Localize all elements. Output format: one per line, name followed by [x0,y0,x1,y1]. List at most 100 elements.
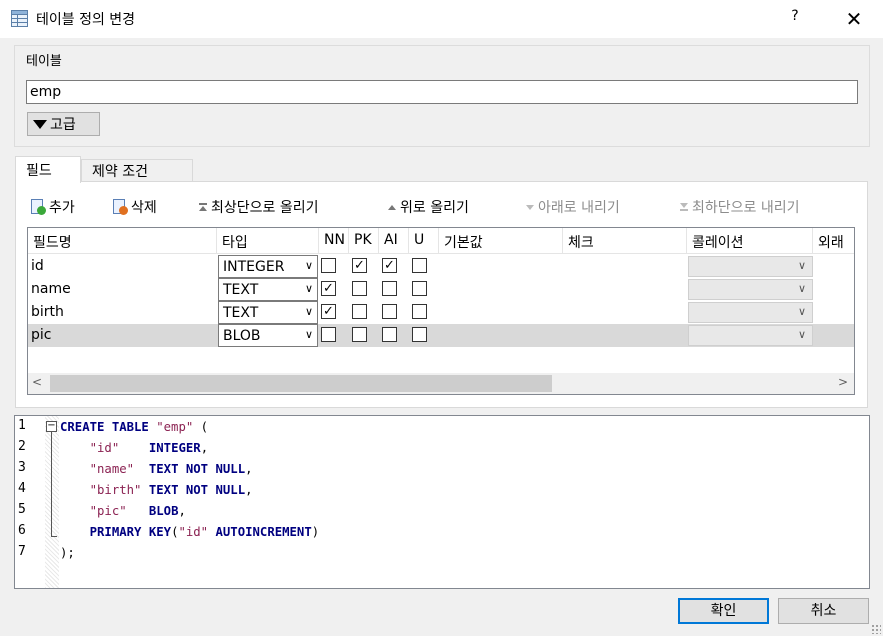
field-type-value: TEXT [223,282,259,298]
ai-checkbox[interactable] [382,327,397,342]
fold-collapse-icon[interactable]: − [46,421,57,432]
table-row[interactable]: pic BLOB ∨ ∨ [28,324,854,347]
move-bottom-icon [679,203,689,211]
code-line: PRIMARY KEY("id" AUTOINCREMENT) [60,525,320,539]
table-group-label: 테이블 [24,50,64,69]
sql-keyword: CREATE TABLE [60,420,157,434]
scroll-right-icon[interactable]: > [838,375,848,389]
line-number: 4 [18,481,26,496]
close-button[interactable]: ✕ [840,5,868,33]
field-type-select[interactable]: TEXT ∨ [218,301,318,324]
pk-checkbox[interactable] [352,327,367,342]
sql-identifier: "emp" [156,420,194,434]
move-top-label: 최상단으로 올리기 [211,200,319,216]
header-check[interactable]: 체크 [563,228,687,254]
header-nn[interactable]: NN [319,228,349,254]
sql-preview-editor[interactable]: 1 2 3 4 5 6 7 − CREATE TABLE "emp" ( "id" INTE… [14,415,870,589]
sql-keyword: PRIMARY KEY [89,525,172,539]
header-pk[interactable]: PK [349,228,379,254]
header-default[interactable]: 기본값 [439,228,563,254]
nn-checkbox[interactable] [321,327,336,342]
cancel-button[interactable]: 취소 [778,598,869,624]
sql-identifier: "birth" [89,483,142,497]
collation-select[interactable]: ∨ [688,302,813,323]
code-line: CREATE TABLE "emp" ( [60,420,208,434]
field-name-cell[interactable]: birth [31,304,64,320]
field-name-cell[interactable]: name [31,281,71,297]
field-name-cell[interactable]: pic [31,327,51,343]
table-row[interactable]: id INTEGER ∨ ✓ ✓ ∨ [28,255,854,278]
table-row[interactable]: name TEXT ∨ ✓ ∨ [28,278,854,301]
u-checkbox[interactable] [412,304,427,319]
grid-header: 필드명 타입 NN PK AI U 기본값 체크 콜레이션 외래 [28,228,854,254]
sql-punctuation: ( [193,420,209,434]
move-up-icon [387,204,397,210]
line-number: 6 [18,523,26,538]
header-foreign-key[interactable]: 외래 [813,228,854,254]
field-type-select[interactable]: BLOB ∨ [218,324,318,347]
help-button[interactable]: ? [783,8,807,30]
field-type-value: BLOB [223,328,261,344]
ai-checkbox[interactable] [382,281,397,296]
move-down-button[interactable]: 아래로 내리기 [525,197,620,217]
chevron-down-icon: ∨ [304,259,313,272]
sql-punctuation [119,441,149,455]
add-field-button[interactable]: 추가 [31,197,75,217]
sql-identifier: "id" [89,441,120,455]
delete-field-button[interactable]: 삭제 [113,197,157,217]
chevron-down-icon: ∨ [797,328,806,341]
table-name-input[interactable] [26,80,858,104]
sql-keyword: TEXT NOT NULL [148,462,246,476]
fold-line [51,432,52,536]
u-checkbox[interactable] [412,258,427,273]
sql-punctuation [60,441,90,455]
header-type[interactable]: 타입 [217,228,319,254]
sql-punctuation: ); [60,546,75,560]
nn-checkbox[interactable]: ✓ [321,304,336,319]
horizontal-scrollbar[interactable]: < > [28,373,854,394]
nn-checkbox[interactable] [321,258,336,273]
move-down-label: 아래로 내리기 [538,200,620,216]
move-up-button[interactable]: 위로 올리기 [387,197,469,217]
sql-keyword: AUTOINCREMENT [215,525,312,539]
sql-punctuation [208,525,215,539]
move-top-button[interactable]: 최상단으로 올리기 [198,197,319,217]
header-u[interactable]: U [409,228,439,254]
field-type-select[interactable]: TEXT ∨ [218,278,318,301]
nn-checkbox[interactable]: ✓ [321,281,336,296]
sql-keyword: BLOB [148,504,179,518]
tab-fields[interactable]: 필드 [15,156,81,183]
collation-select[interactable]: ∨ [688,256,813,277]
code-line: "name" TEXT NOT NULL, [60,462,253,476]
scroll-left-icon[interactable]: < [32,375,42,389]
resize-grip-icon[interactable] [871,624,881,634]
code-line: "id" INTEGER, [60,441,208,455]
advanced-toggle-button[interactable]: 고급 [27,112,100,136]
move-down-icon [525,204,535,210]
field-name-cell[interactable]: id [31,258,44,274]
move-top-icon [198,203,208,211]
header-ai[interactable]: AI [379,228,409,254]
field-type-select[interactable]: INTEGER ∨ [218,255,318,278]
ai-checkbox[interactable] [382,304,397,319]
pk-checkbox[interactable] [352,304,367,319]
ai-checkbox[interactable]: ✓ [382,258,397,273]
tab-constraints[interactable]: 제약 조건 [81,159,193,182]
chevron-down-icon: ∨ [797,259,806,272]
header-field-name[interactable]: 필드명 [28,228,217,254]
table-row[interactable]: birth TEXT ∨ ✓ ∨ [28,301,854,324]
sql-keyword: INTEGER [148,441,201,455]
line-number: 2 [18,439,26,454]
collation-select[interactable]: ∨ [688,325,813,346]
scrollbar-thumb[interactable] [50,375,552,392]
move-bottom-button[interactable]: 최하단으로 내리기 [679,197,800,217]
pk-checkbox[interactable] [352,281,367,296]
u-checkbox[interactable] [412,327,427,342]
u-checkbox[interactable] [412,281,427,296]
sql-punctuation [127,504,149,518]
collation-select[interactable]: ∨ [688,279,813,300]
header-collation[interactable]: 콜레이션 [687,228,813,254]
ok-button[interactable]: 확인 [678,598,769,624]
line-number: 5 [18,502,26,517]
pk-checkbox[interactable]: ✓ [352,258,367,273]
